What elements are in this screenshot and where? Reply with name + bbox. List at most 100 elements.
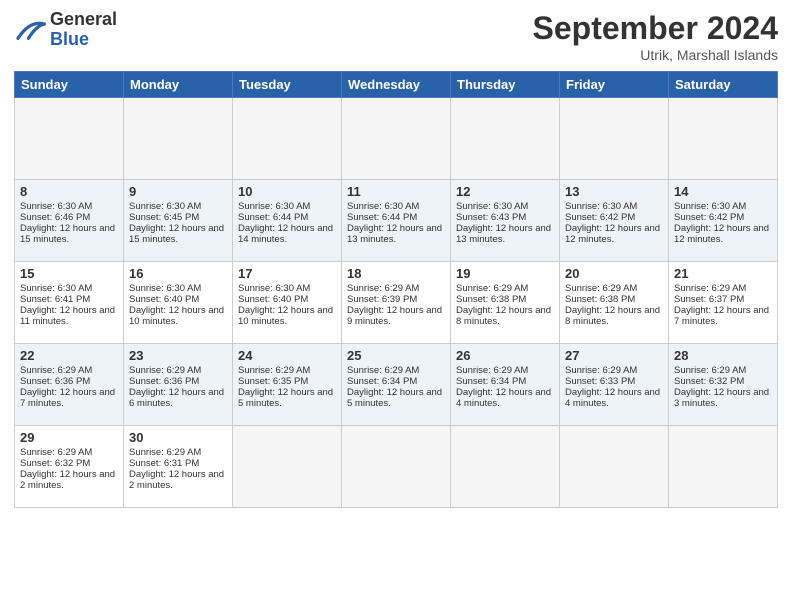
calendar-cell: 11Sunrise: 6:30 AMSunset: 6:44 PMDayligh…	[342, 180, 451, 262]
sunrise-text: Sunrise: 6:30 AM	[565, 201, 663, 212]
calendar-cell: 13Sunrise: 6:30 AMSunset: 6:42 PMDayligh…	[560, 180, 669, 262]
daylight-text: Daylight: 12 hours and 12 minutes.	[565, 223, 663, 245]
col-friday: Friday	[560, 72, 669, 98]
day-number: 28	[674, 348, 772, 363]
daylight-text: Daylight: 12 hours and 10 minutes.	[238, 305, 336, 327]
daylight-text: Daylight: 12 hours and 15 minutes.	[20, 223, 118, 245]
sunrise-text: Sunrise: 6:30 AM	[20, 201, 118, 212]
sunrise-text: Sunrise: 6:29 AM	[674, 283, 772, 294]
daylight-text: Daylight: 12 hours and 5 minutes.	[238, 387, 336, 409]
calendar-cell: 8Sunrise: 6:30 AMSunset: 6:46 PMDaylight…	[15, 180, 124, 262]
page-container: General Blue September 2024 Utrik, Marsh…	[0, 0, 792, 518]
day-number: 8	[20, 184, 118, 199]
day-number: 22	[20, 348, 118, 363]
daylight-text: Daylight: 12 hours and 8 minutes.	[456, 305, 554, 327]
calendar-cell	[451, 426, 560, 508]
calendar-cell	[342, 98, 451, 180]
day-number: 29	[20, 430, 118, 445]
col-monday: Monday	[124, 72, 233, 98]
daylight-text: Daylight: 12 hours and 5 minutes.	[347, 387, 445, 409]
calendar-cell	[669, 98, 778, 180]
sunrise-text: Sunrise: 6:29 AM	[129, 365, 227, 376]
title-area: September 2024 Utrik, Marshall Islands	[533, 10, 778, 63]
daylight-text: Daylight: 12 hours and 13 minutes.	[347, 223, 445, 245]
month-title: September 2024	[533, 10, 778, 47]
daylight-text: Daylight: 12 hours and 2 minutes.	[20, 469, 118, 491]
sunrise-text: Sunrise: 6:29 AM	[565, 283, 663, 294]
day-number: 19	[456, 266, 554, 281]
sunrise-text: Sunrise: 6:30 AM	[238, 283, 336, 294]
sunrise-text: Sunrise: 6:29 AM	[347, 365, 445, 376]
sunset-text: Sunset: 6:38 PM	[565, 294, 663, 305]
day-number: 10	[238, 184, 336, 199]
calendar-cell: 29Sunrise: 6:29 AMSunset: 6:32 PMDayligh…	[15, 426, 124, 508]
day-number: 16	[129, 266, 227, 281]
day-number: 21	[674, 266, 772, 281]
calendar-cell	[451, 98, 560, 180]
col-wednesday: Wednesday	[342, 72, 451, 98]
calendar-cell: 28 Sunrise: 6:29 AMSunset: 6:32 PMDayligh…	[669, 344, 778, 426]
calendar-cell: 19Sunrise: 6:29 AMSunset: 6:38 PMDayligh…	[451, 262, 560, 344]
calendar-cell: 9Sunrise: 6:30 AMSunset: 6:45 PMDaylight…	[124, 180, 233, 262]
calendar-cell: 23Sunrise: 6:29 AMSunset: 6:36 PMDayligh…	[124, 344, 233, 426]
sunset-text: Sunset: 6:35 PM	[238, 376, 336, 387]
sunrise-text: Sunrise: 6:29 AM	[565, 365, 663, 376]
calendar-cell	[124, 98, 233, 180]
daylight-text: Daylight: 12 hours and 4 minutes.	[565, 387, 663, 409]
sunset-text: Sunset: 6:34 PM	[456, 376, 554, 387]
week-row: 29Sunrise: 6:29 AMSunset: 6:32 PMDayligh…	[15, 426, 778, 508]
calendar-cell	[560, 426, 669, 508]
calendar-cell: 25Sunrise: 6:29 AMSunset: 6:34 PMDayligh…	[342, 344, 451, 426]
logo-text: General Blue	[50, 10, 117, 50]
day-number: 25	[347, 348, 445, 363]
col-saturday: Saturday	[669, 72, 778, 98]
sunset-text: Sunset: 6:44 PM	[347, 212, 445, 223]
sunrise-text: Sunrise: 6:30 AM	[129, 283, 227, 294]
day-number: 24	[238, 348, 336, 363]
calendar-cell	[233, 426, 342, 508]
daylight-text: Daylight: 12 hours and 7 minutes.	[674, 305, 772, 327]
calendar-cell: 16Sunrise: 6:30 AMSunset: 6:40 PMDayligh…	[124, 262, 233, 344]
calendar-cell: 12Sunrise: 6:30 AMSunset: 6:43 PMDayligh…	[451, 180, 560, 262]
col-tuesday: Tuesday	[233, 72, 342, 98]
sunrise-text: Sunrise: 6:29 AM	[456, 283, 554, 294]
calendar-cell: 24 Sunrise: 6:29 AMSunset: 6:35 PMDayligh…	[233, 344, 342, 426]
daylight-text: Daylight: 12 hours and 9 minutes.	[347, 305, 445, 327]
sunrise-text: Sunrise: 6:30 AM	[20, 283, 118, 294]
calendar-cell	[15, 98, 124, 180]
week-row: 15Sunrise: 6:30 AMSunset: 6:41 PMDayligh…	[15, 262, 778, 344]
sunset-text: Sunset: 6:32 PM	[20, 458, 118, 469]
day-number: 20	[565, 266, 663, 281]
calendar-header-row: Sunday Monday Tuesday Wednesday Thursday…	[15, 72, 778, 98]
day-number: 11	[347, 184, 445, 199]
calendar-cell	[233, 98, 342, 180]
calendar-cell: 30Sunrise: 6:29 AMSunset: 6:31 PMDayligh…	[124, 426, 233, 508]
day-number: 26	[456, 348, 554, 363]
sunrise-text: Sunrise: 6:29 AM	[674, 365, 772, 376]
logo-blue: Blue	[50, 30, 117, 50]
daylight-text: Daylight: 12 hours and 14 minutes.	[238, 223, 336, 245]
day-number: 15	[20, 266, 118, 281]
logo-icon	[14, 16, 46, 44]
day-number: 12	[456, 184, 554, 199]
sunrise-text: Sunrise: 6:29 AM	[456, 365, 554, 376]
calendar-cell: 27 Sunrise: 6:29 AMSunset: 6:33 PMDayligh…	[560, 344, 669, 426]
sunset-text: Sunset: 6:37 PM	[674, 294, 772, 305]
sunset-text: Sunset: 6:40 PM	[238, 294, 336, 305]
sunset-text: Sunset: 6:33 PM	[565, 376, 663, 387]
sunset-text: Sunset: 6:36 PM	[129, 376, 227, 387]
location: Utrik, Marshall Islands	[533, 47, 778, 63]
calendar-cell: 20Sunrise: 6:29 AMSunset: 6:38 PMDayligh…	[560, 262, 669, 344]
sunrise-text: Sunrise: 6:29 AM	[129, 447, 227, 458]
daylight-text: Daylight: 12 hours and 2 minutes.	[129, 469, 227, 491]
sunrise-text: Sunrise: 6:29 AM	[238, 365, 336, 376]
calendar-cell: 10Sunrise: 6:30 AMSunset: 6:44 PMDayligh…	[233, 180, 342, 262]
day-number: 27	[565, 348, 663, 363]
daylight-text: Daylight: 12 hours and 3 minutes.	[674, 387, 772, 409]
calendar-cell: 18Sunrise: 6:29 AMSunset: 6:39 PMDayligh…	[342, 262, 451, 344]
sunset-text: Sunset: 6:45 PM	[129, 212, 227, 223]
day-number: 14	[674, 184, 772, 199]
sunrise-text: Sunrise: 6:30 AM	[456, 201, 554, 212]
calendar-cell	[560, 98, 669, 180]
sunset-text: Sunset: 6:32 PM	[674, 376, 772, 387]
